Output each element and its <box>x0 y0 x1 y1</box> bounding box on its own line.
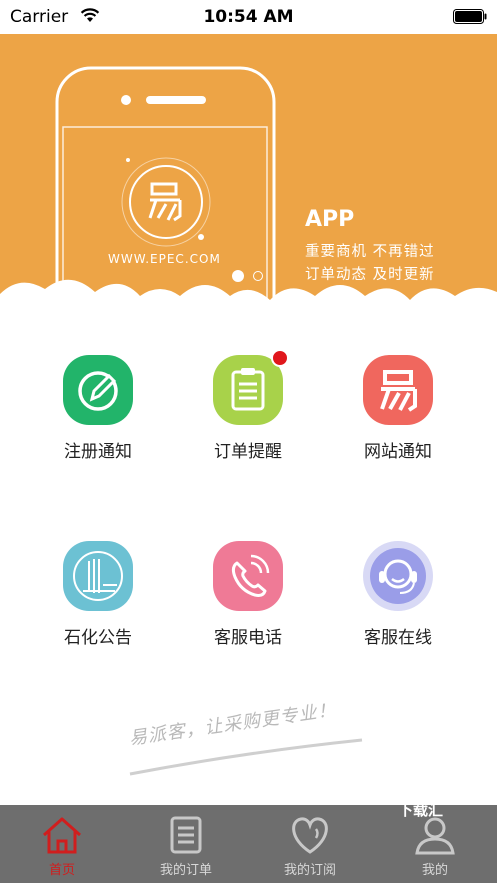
phone-icon <box>213 541 283 611</box>
notification-badge <box>271 349 289 367</box>
page-indicator[interactable] <box>253 271 263 281</box>
heart-icon <box>292 817 328 854</box>
grid-item-order-reminder[interactable]: 订单提醒 <box>183 349 313 462</box>
tab-label: 我的订单 <box>159 863 212 878</box>
tab-label: 我的 <box>421 863 448 878</box>
page-indicator-active[interactable] <box>232 270 244 282</box>
grid-label: 客服在线 <box>364 628 432 648</box>
status-bar: Carrier 10:54 AM <box>0 0 497 34</box>
grid-item-petrochem-notice[interactable]: 石化公告 <box>33 541 163 648</box>
slogan-underline <box>129 738 363 776</box>
tab-home[interactable]: 首页 <box>0 805 124 883</box>
promo-line-1: 重要商机 不再错过 <box>305 244 435 260</box>
clock: 10:54 AM <box>203 7 294 27</box>
epec-logo-icon <box>148 182 182 222</box>
grid-label: 石化公告 <box>64 628 132 648</box>
promo-banner[interactable]: WWW.EPEC.COM APP 重要商机 不再错过 订单动态 及时更新 <box>0 34 497 324</box>
grid-label: 注册通知 <box>64 442 132 462</box>
promo-line-2: 订单动态 及时更新 <box>305 267 435 283</box>
user-icon <box>415 817 455 855</box>
order-list-icon <box>170 816 202 854</box>
tab-bar: 首页 我的订单 我的订阅 我的 下载汇 <box>0 801 497 883</box>
home-icon <box>43 817 81 854</box>
tab-label: 首页 <box>48 863 75 878</box>
grid-label: 网站通知 <box>364 442 432 462</box>
grid-item-service-online[interactable]: 客服在线 <box>333 541 463 648</box>
tab-label: 我的订阅 <box>283 863 336 878</box>
tab-my-orders[interactable]: 我的订单 <box>124 805 248 883</box>
promo-title: APP <box>305 207 355 232</box>
sinopec-logo-icon <box>63 541 133 611</box>
grid-item-site-notice[interactable]: 网站通知 <box>333 355 463 462</box>
watermark: 下载汇 <box>398 801 444 819</box>
tab-my-subscriptions[interactable]: 我的订阅 <box>248 805 372 883</box>
grid-item-service-phone[interactable]: 客服电话 <box>183 541 313 648</box>
website-url: WWW.EPEC.COM <box>108 252 221 266</box>
battery-icon <box>453 9 487 24</box>
grid-item-register-notice[interactable]: 注册通知 <box>33 355 163 462</box>
headset-icon <box>363 541 433 611</box>
grid-label: 订单提醒 <box>214 442 282 462</box>
edit-icon <box>63 355 133 425</box>
clipboard-icon <box>213 349 289 425</box>
epec-logo-icon <box>363 355 433 425</box>
grid-label: 客服电话 <box>214 628 282 648</box>
